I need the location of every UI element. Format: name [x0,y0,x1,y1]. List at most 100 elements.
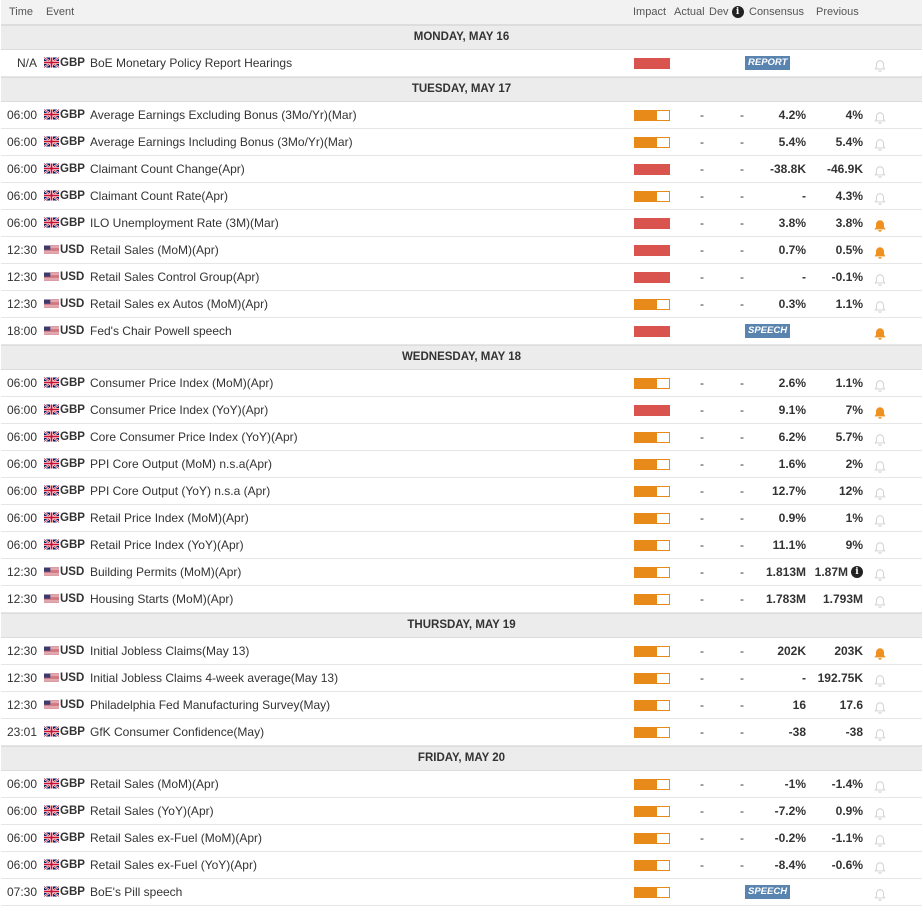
event-name[interactable]: Consumer Price Index (MoM)(Apr) [90,370,273,396]
event-name[interactable]: Retail Sales ex-Fuel (YoY)(Apr) [90,852,257,878]
event-type-badge: SPEECH [745,885,791,899]
table-row[interactable]: 12:30 USD Housing Starts (MoM)(Apr) - -1.783… [1,586,922,613]
event-name[interactable]: BoE's Pill speech [90,879,182,905]
event-name[interactable]: Retail Price Index (MoM)(Apr) [90,505,249,531]
bell-icon[interactable] [873,162,887,178]
table-row[interactable]: 06:00 GBP Retail Sales ex-Fuel (YoY)(Apr) -… [1,852,922,879]
bell-icon[interactable] [873,270,887,286]
table-row[interactable]: N/A GBP BoE Monetary Policy Report Hearing… [1,50,922,77]
event-name[interactable]: Claimant Count Change(Apr) [90,156,245,182]
event-name[interactable]: Initial Jobless Claims 4-week average(Ma… [90,665,338,691]
event-name[interactable]: Retail Sales Control Group(Apr) [90,264,259,290]
event-name[interactable]: Average Earnings Including Bonus (3Mo/Yr… [90,129,353,155]
impact-medium-bar [634,887,670,898]
table-row[interactable]: 12:30 USD Retail Sales Control Group(Apr) -… [1,264,922,291]
bell-active-icon[interactable] [873,216,887,232]
table-row[interactable]: 06:00 GBP Average Earnings Excluding Bonus… [1,102,922,129]
bell-icon[interactable] [873,189,887,205]
bell-icon[interactable] [873,457,887,473]
table-row[interactable]: 23:01 GBP GfK Consumer Confidence(May) - - -3… [1,719,922,746]
table-row[interactable]: 06:00 GBP PPI Core Output (YoY) n.s.a (Apr… [1,478,922,505]
table-row[interactable]: 06:00 GBP PPI Core Output (MoM) n.s.a(Apr)… [1,451,922,478]
bell-icon[interactable] [873,376,887,392]
event-name[interactable]: Housing Starts (MoM)(Apr) [90,586,233,612]
table-row[interactable]: 07:30 GBP BoE's Pill speech SPEECH [1,879,922,906]
table-row[interactable]: 12:30 USD Retail Sales ex Autos (MoM)(Apr)… [1,291,922,318]
bell-icon[interactable] [873,565,887,581]
event-name[interactable]: Retail Sales ex-Fuel (MoM)(Apr) [90,825,262,851]
event-name[interactable]: Retail Sales (MoM)(Apr) [90,771,219,797]
header-dev-label[interactable]: Dev [709,6,729,18]
event-name[interactable]: BoE Monetary Policy Report Hearings [90,50,292,76]
bell-icon[interactable] [873,484,887,500]
event-name[interactable]: PPI Core Output (MoM) n.s.a(Apr) [90,451,272,477]
event-name[interactable]: Building Permits (MoM)(Apr) [90,559,241,585]
table-row[interactable]: 06:00 GBP Retail Sales (YoY)(Apr) - - -7.2% 0.… [1,798,922,825]
header-previous[interactable]: Previous [816,6,859,18]
event-name[interactable]: Initial Jobless Claims(May 13) [90,638,249,664]
bell-icon[interactable] [873,698,887,714]
bell-icon[interactable] [873,858,887,874]
bell-icon[interactable] [873,725,887,741]
table-row[interactable]: 06:00 GBP ILO Unemployment Rate (3M)(Mar) -… [1,210,922,237]
bell-active-icon[interactable] [873,324,887,340]
table-row[interactable]: 12:30 USD Initial Jobless Claims(May 13) - -… [1,638,922,665]
event-name[interactable]: Retail Sales (MoM)(Apr) [90,237,219,263]
previous-cell: 1.1% [809,291,863,317]
event-name[interactable]: Average Earnings Excluding Bonus (3Mo/Yr… [90,102,357,128]
table-row[interactable]: 12:30 USD Retail Sales (MoM)(Apr) - -0.7% 0.5… [1,237,922,264]
table-row[interactable]: 12:30 USD Initial Jobless Claims 4-week av… [1,665,922,692]
bell-icon[interactable] [873,804,887,820]
event-name[interactable]: Core Consumer Price Index (YoY)(Apr) [90,424,298,450]
bell-icon[interactable] [873,777,887,793]
table-row[interactable]: 06:00 GBP Claimant Count Change(Apr) - - -38.… [1,156,922,183]
event-name[interactable]: Retail Price Index (YoY)(Apr) [90,532,244,558]
bell-icon[interactable] [873,592,887,608]
event-name[interactable]: Philadelphia Fed Manufacturing Survey(Ma… [90,692,330,718]
table-row[interactable]: 06:00 GBP Retail Sales (MoM)(Apr) - - -1% -1.4… [1,771,922,798]
actual-value: - [700,108,704,122]
bell-active-icon[interactable] [873,243,887,259]
bell-icon[interactable] [873,56,887,72]
table-row[interactable]: 06:00 GBP Average Earnings Including Bonus… [1,129,922,156]
table-row[interactable]: 12:30 USD Philadelphia Fed Manufacturing S… [1,692,922,719]
header-actual[interactable]: Actual [674,6,705,18]
event-name[interactable]: Consumer Price Index (YoY)(Apr) [90,397,268,423]
currency-code: GBP [60,163,85,175]
table-row[interactable]: 06:00 GBP Claimant Count Rate(Apr) - - -4.3% [1,183,922,210]
bell-active-icon[interactable] [873,644,887,660]
event-name[interactable]: Retail Sales ex Autos (MoM)(Apr) [90,291,268,317]
event-name[interactable]: PPI Core Output (YoY) n.s.a (Apr) [90,478,270,504]
table-row[interactable]: 06:00 GBP Consumer Price Index (YoY)(Apr) -… [1,397,922,424]
table-row[interactable]: 06:00 GBP Retail Price Index (YoY)(Apr) - -1… [1,532,922,559]
event-name[interactable]: GfK Consumer Confidence(May) [90,719,264,745]
bell-icon[interactable] [873,108,887,124]
table-row[interactable]: 06:00 GBP Retail Price Index (MoM)(Apr) - -0… [1,505,922,532]
event-name[interactable]: Claimant Count Rate(Apr) [90,183,228,209]
previous-value: 17.6 [839,698,863,712]
bell-icon[interactable] [873,885,887,901]
header-time[interactable]: Time [1,6,46,18]
bell-icon[interactable] [873,511,887,527]
table-row[interactable]: 06:00 GBP Retail Sales ex-Fuel (MoM)(Apr) -… [1,825,922,852]
bell-icon[interactable] [873,831,887,847]
bell-icon[interactable] [873,538,887,554]
table-row[interactable]: 12:30 USD Building Permits (MoM)(Apr) - -1.8… [1,559,922,586]
bell-icon[interactable] [873,430,887,446]
bell-active-icon[interactable] [873,403,887,419]
event-name[interactable]: Fed's Chair Powell speech [90,318,232,344]
revision-info-icon[interactable]: i [851,566,863,578]
event-name[interactable]: ILO Unemployment Rate (3M)(Mar) [90,210,279,236]
impact-medium-bar [634,137,670,148]
bell-icon[interactable] [873,671,887,687]
table-row[interactable]: 06:00 GBP Core Consumer Price Index (YoY)(… [1,424,922,451]
table-row[interactable]: 18:00 USD Fed's Chair Powell speech SPEECH [1,318,922,345]
bell-icon[interactable] [873,135,887,151]
table-row[interactable]: 06:00 GBP Consumer Price Index (MoM)(Apr) -… [1,370,922,397]
currency-code: USD [60,672,85,684]
header-impact[interactable]: Impact [633,6,666,18]
bell-icon[interactable] [873,297,887,313]
header-consensus[interactable]: Consensus [749,6,804,18]
info-icon[interactable]: i [731,6,744,18]
event-name[interactable]: Retail Sales (YoY)(Apr) [90,798,214,824]
